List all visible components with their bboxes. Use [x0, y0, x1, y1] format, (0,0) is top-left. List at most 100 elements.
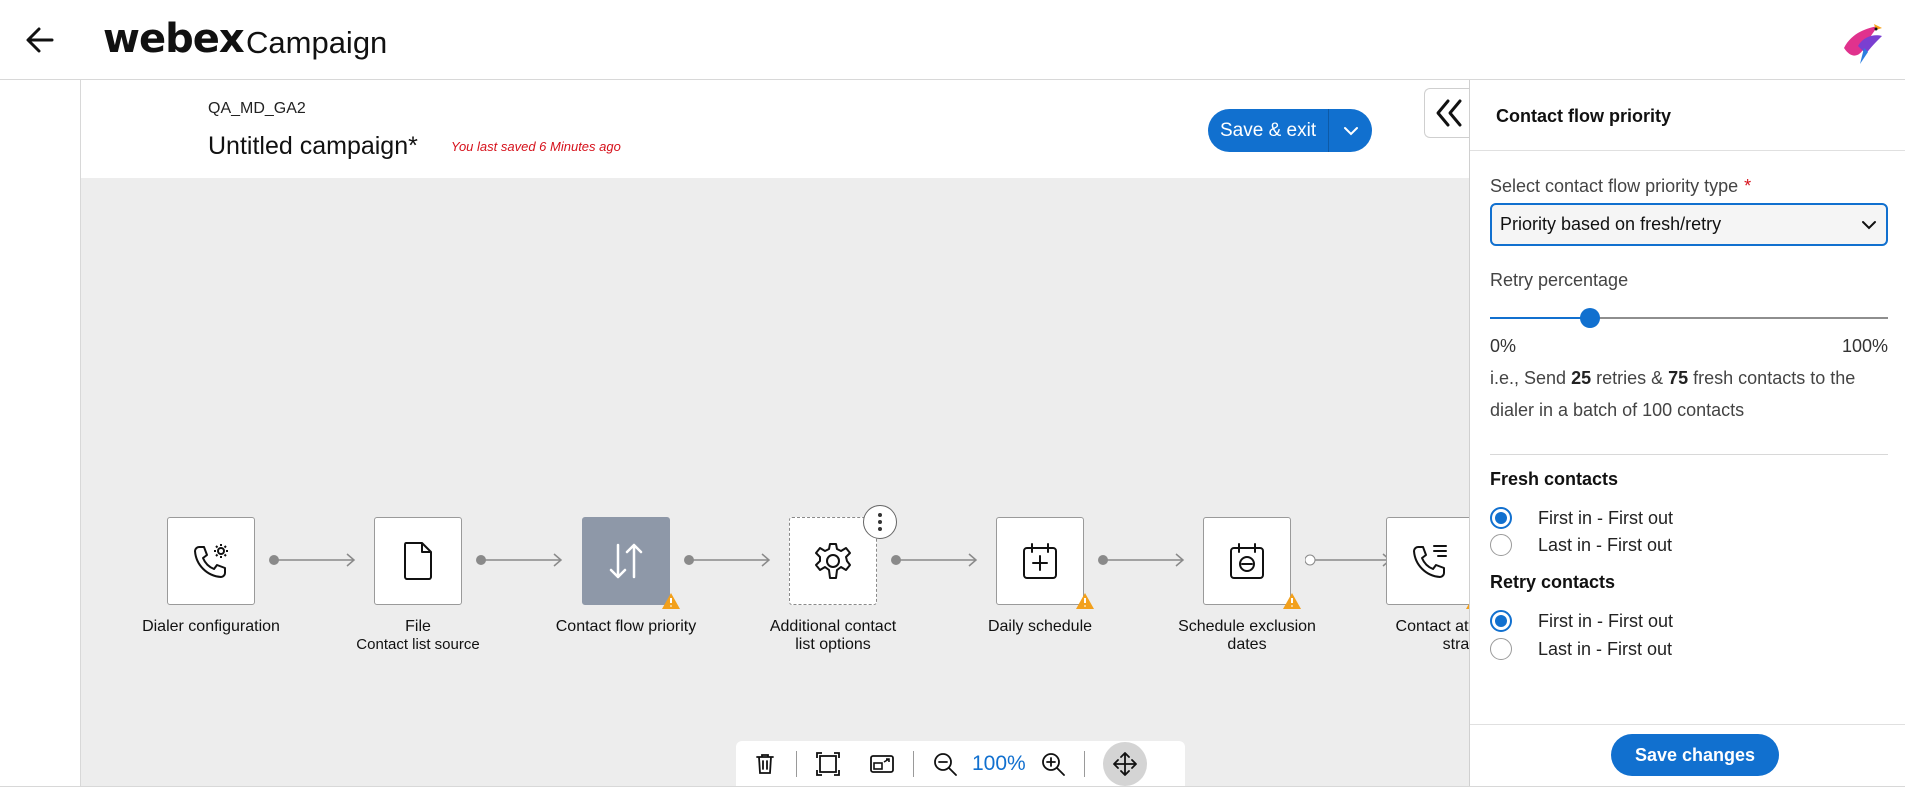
explain-prefix: i.e., Send	[1490, 368, 1572, 388]
flow-connector	[891, 553, 978, 567]
bird-avatar-icon	[1844, 24, 1882, 64]
delete-button[interactable]	[750, 749, 780, 779]
node-file[interactable]	[374, 517, 462, 605]
contact-flow-priority-panel: Contact flow priority Select contact flo…	[1469, 80, 1905, 786]
zoom-in-button[interactable]	[1038, 749, 1068, 779]
arrow-left-icon	[26, 27, 54, 53]
radio-button[interactable]	[1490, 534, 1512, 556]
priority-type-label-text: Select contact flow priority type	[1490, 176, 1739, 196]
save-options-dropdown[interactable]	[1328, 109, 1373, 152]
node-dialer-configuration[interactable]	[167, 517, 255, 605]
flow-connector	[476, 553, 563, 567]
back-button[interactable]	[22, 22, 58, 58]
range-min-label: 0%	[1490, 336, 1517, 356]
webex-logo: webex	[103, 16, 245, 62]
zoom-out-button[interactable]	[930, 749, 960, 779]
collapse-panel-button[interactable]	[1424, 88, 1470, 138]
save-button-group: Save & exit	[1208, 109, 1373, 152]
bottom-border	[0, 786, 1905, 794]
toolbar-divider	[1083, 750, 1085, 777]
retry-contacts-title: Retry contacts	[1490, 572, 1616, 592]
retry-percentage-slider[interactable]	[1490, 308, 1888, 328]
zoom-in-icon	[1041, 752, 1065, 776]
warning-icon	[1283, 593, 1301, 609]
node-title: File	[405, 618, 431, 635]
arrows-up-down-icon	[609, 543, 643, 579]
node-label: Dialer configuration	[142, 618, 280, 635]
node-label: Contact flow priority	[555, 618, 697, 635]
more-vertical-icon	[878, 513, 882, 531]
campaign-id: QA_MD_GA2	[208, 100, 306, 117]
save-changes-button[interactable]: Save changes	[1611, 734, 1779, 776]
node-schedule-exclusion-dates[interactable]	[1203, 517, 1301, 609]
node-label: File Contact list source	[343, 618, 493, 654]
double-chevron-left-icon	[1436, 99, 1461, 127]
explain-fresh: 75	[1668, 368, 1689, 388]
toolbar-divider	[913, 750, 914, 777]
radio-label: First in - First out	[1538, 610, 1674, 631]
slider-thumb[interactable]	[1579, 308, 1600, 328]
flow-connector	[1098, 553, 1185, 567]
last-saved-note: You last saved 6 Minutes ago	[451, 139, 621, 154]
node-label: Additional contact list options	[769, 618, 897, 653]
radio-label: First in - First out	[1538, 507, 1674, 528]
retry-percentage-label: Retry percentage	[1490, 270, 1629, 290]
panel-title: Contact flow priority	[1470, 80, 1905, 151]
move-icon	[1112, 751, 1137, 776]
explain-retries: 25	[1571, 368, 1592, 388]
flow-connector	[269, 553, 356, 567]
flow-connector	[684, 553, 771, 567]
pan-mode-button[interactable]	[1102, 741, 1147, 786]
minimap-icon	[870, 754, 894, 773]
range-max-label: 100%	[1841, 336, 1888, 356]
fit-screen-icon	[816, 751, 840, 776]
calendar-add-icon	[1023, 543, 1057, 579]
radio-label: Last in - First out	[1538, 534, 1673, 555]
minimap-button[interactable]	[867, 749, 897, 779]
campaign-name[interactable]: Untitled campaign*	[208, 132, 418, 161]
priority-type-label: Select contact flow priority type *	[1490, 176, 1751, 197]
toolbar-divider	[796, 750, 797, 777]
node-contact-attempts-strategy[interactable]	[1386, 517, 1469, 609]
radio-button[interactable]	[1490, 507, 1512, 529]
node-label: Schedule exclusion dates	[1178, 618, 1316, 653]
left-nav-strip	[0, 80, 81, 786]
chevron-down-icon	[1862, 220, 1876, 229]
node-subtitle: Contact list source	[356, 636, 480, 653]
priority-type-value: Priority based on fresh/retry	[1500, 214, 1722, 234]
explain-mid: retries &	[1591, 368, 1669, 388]
radio-button[interactable]	[1490, 638, 1512, 660]
app-name: Campaign	[246, 25, 388, 60]
calendar-minus-icon	[1230, 543, 1264, 579]
fresh-lifo-option[interactable]: Last in - First out	[1490, 534, 1672, 556]
gear-icon	[815, 543, 851, 579]
node-more-options-button[interactable]	[863, 505, 897, 539]
priority-type-select[interactable]: Priority based on fresh/retry	[1490, 203, 1888, 246]
node-contact-flow-priority[interactable]	[582, 517, 680, 609]
zoom-level: 100%	[972, 751, 1026, 775]
node-daily-schedule[interactable]	[996, 517, 1094, 609]
trash-icon	[756, 753, 774, 774]
retry-lifo-option[interactable]: Last in - First out	[1490, 638, 1672, 660]
fit-to-screen-button[interactable]	[813, 749, 843, 779]
flow-connector	[1305, 553, 1392, 567]
node-additional-contact-list-options[interactable]	[789, 517, 877, 605]
radio-button[interactable]	[1490, 610, 1512, 632]
flow-canvas[interactable]: Dialer configuration File Contact list s…	[81, 178, 1469, 786]
chevron-down-icon	[1343, 126, 1358, 135]
warning-icon	[1076, 593, 1094, 609]
top-bar: webex Campaign	[0, 0, 1905, 80]
required-mark: *	[1744, 176, 1752, 196]
save-exit-button[interactable]: Save & exit	[1208, 109, 1329, 152]
retry-explanation: i.e., Send 25 retries & 75 fresh contact…	[1490, 362, 1890, 426]
panel-footer: Save changes	[1470, 724, 1905, 786]
campaign-header: QA_MD_GA2 Untitled campaign* You last sa…	[81, 80, 1469, 178]
retry-fifo-option[interactable]: First in - First out	[1490, 610, 1673, 632]
phone-list-icon	[1413, 545, 1447, 578]
user-avatar[interactable]	[1838, 18, 1886, 66]
phone-settings-icon	[194, 544, 228, 578]
panel-divider	[1490, 454, 1888, 455]
canvas-toolbar: 100%	[736, 741, 1185, 786]
node-label: Daily schedule	[987, 618, 1093, 635]
fresh-fifo-option[interactable]: First in - First out	[1490, 507, 1673, 529]
